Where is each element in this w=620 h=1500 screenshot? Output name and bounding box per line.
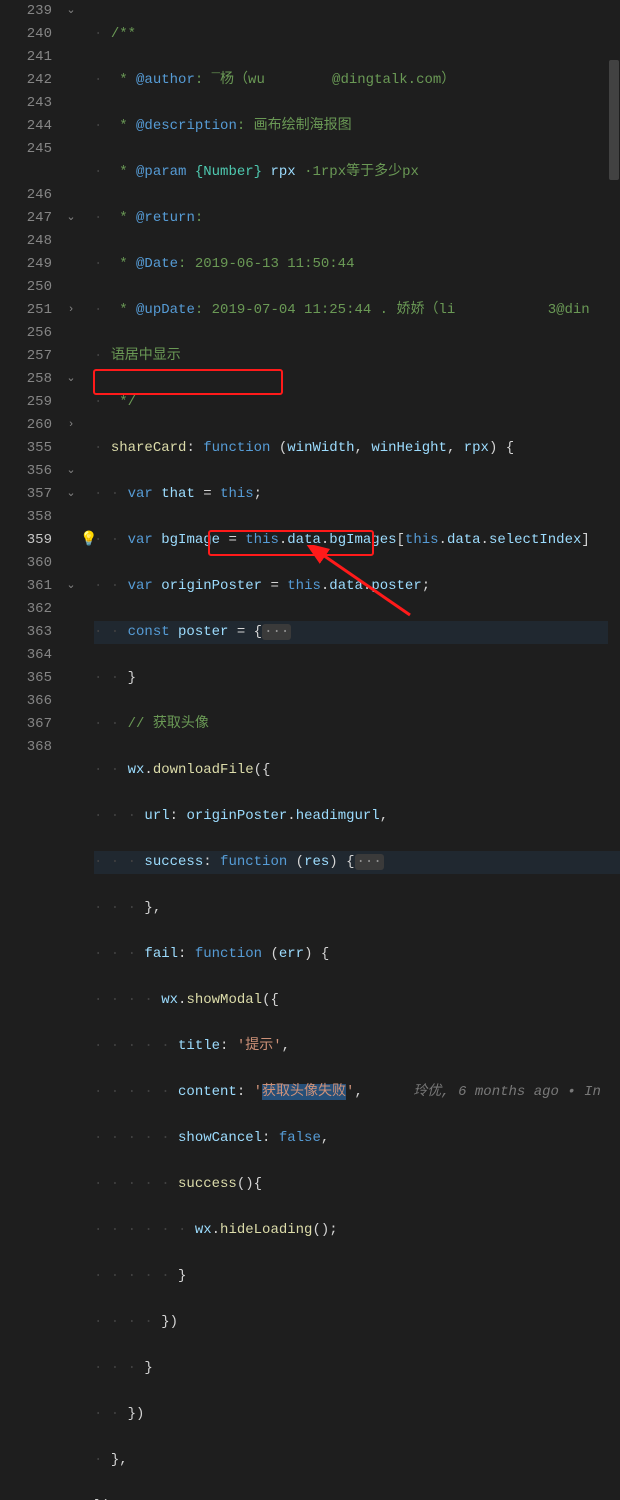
code-line[interactable]: · · const poster = {··· <box>94 621 620 644</box>
line-number: 256 <box>0 322 52 345</box>
line-number: 241 <box>0 46 52 69</box>
fold-toggle-icon[interactable]: ⌄ <box>64 368 78 391</box>
line-number: 258 <box>0 368 52 391</box>
code-line[interactable]: · · · · · · wx.hideLoading(); <box>94 1219 620 1242</box>
line-number: 257 <box>0 345 52 368</box>
code-line[interactable]: · · · fail: function (err) { <box>94 943 620 966</box>
line-number: 356 <box>0 460 52 483</box>
fold-toggle-icon[interactable]: ⌄ <box>64 575 78 598</box>
scrollbar-thumb[interactable] <box>609 60 619 180</box>
code-line[interactable]: · · wx.downloadFile({ <box>94 759 620 782</box>
line-number: 250 <box>0 276 52 299</box>
line-number: 244 <box>0 115 52 138</box>
line-number: 247 <box>0 207 52 230</box>
code-line[interactable]: · · var bgImage = this.data.bgImages[thi… <box>94 529 620 552</box>
folded-region-icon[interactable]: ··· <box>262 624 291 640</box>
line-number: 360 <box>0 552 52 575</box>
line-number: 260 <box>0 414 52 437</box>
code-line[interactable]: · · var that = this; <box>94 483 620 506</box>
code-line[interactable]: · · · } <box>94 1357 620 1380</box>
fold-toggle-icon[interactable]: ⌄ <box>64 207 78 230</box>
line-number: 259 <box>0 391 52 414</box>
line-number: 361 <box>0 575 52 598</box>
glyph-margin: 💡 <box>78 0 94 750</box>
code-line[interactable]: · shareCard: function (winWidth, winHeig… <box>94 437 620 460</box>
code-line[interactable]: · * @upDate: 2019-07-04 11:25:44 . 娇娇（li… <box>94 299 620 322</box>
lightbulb-icon[interactable]: 💡 <box>80 532 92 548</box>
fold-gutter: ⌄ ⌄ › ⌄ › ⌄ ⌄ ⌄ <box>64 0 78 750</box>
code-line[interactable]: · · · url: originPoster.headimgurl, <box>94 805 620 828</box>
code-line[interactable]: · · · · · } <box>94 1265 620 1288</box>
code-line[interactable]: · · }) <box>94 1403 620 1426</box>
line-number: 367 <box>0 713 52 736</box>
code-line[interactable]: · · · }, <box>94 897 620 920</box>
code-line[interactable]: · · · · · showCancel: false, <box>94 1127 620 1150</box>
line-number: 365 <box>0 667 52 690</box>
line-number: 366 <box>0 690 52 713</box>
code-line[interactable]: · · var originPoster = this.data.poster; <box>94 575 620 598</box>
line-number: 246 <box>0 184 52 207</box>
code-line[interactable]: · · · · wx.showModal({ <box>94 989 620 1012</box>
line-number: 251 <box>0 299 52 322</box>
code-line[interactable]: · · · · · content: '获取头像失败', 玲优, 6 month… <box>94 1081 620 1104</box>
line-number: 242 <box>0 69 52 92</box>
code-line[interactable]: · · // 获取头像 <box>94 713 620 736</box>
line-number: 364 <box>0 644 52 667</box>
code-line[interactable]: }) <box>94 1495 620 1500</box>
line-number: 359 <box>0 529 52 552</box>
line-number: 358 <box>0 506 52 529</box>
code-line[interactable]: · * @param {Number} rpx ·1rpx等于多少px <box>94 161 620 184</box>
line-number: 357 <box>0 483 52 506</box>
git-blame-annotation[interactable]: 玲优, 6 months ago • In <box>413 1084 601 1100</box>
line-number: 239 <box>0 0 52 23</box>
line-number: 243 <box>0 92 52 115</box>
selected-text[interactable]: 获取头像失败 <box>262 1084 346 1100</box>
code-line[interactable]: · · · · · success(){ <box>94 1173 620 1196</box>
code-line[interactable]: · * @return: <box>94 207 620 230</box>
fold-toggle-icon[interactable]: › <box>64 414 78 437</box>
code-editor[interactable]: 239 240 241 242 243 244 245 246 247 248 … <box>0 0 620 750</box>
fold-toggle-icon[interactable]: › <box>64 299 78 322</box>
code-line[interactable]: · * @Date: 2019-06-13 11:50:44 <box>94 253 620 276</box>
code-line[interactable]: · · · success: function (res) {··· <box>94 851 620 874</box>
code-line[interactable]: · 语居中显示 <box>94 345 620 368</box>
vertical-scrollbar[interactable] <box>608 0 620 750</box>
folded-region-icon[interactable]: ··· <box>355 854 384 870</box>
line-number: 355 <box>0 437 52 460</box>
line-number: 248 <box>0 230 52 253</box>
fold-toggle-icon[interactable]: ⌄ <box>64 460 78 483</box>
fold-toggle-icon[interactable]: ⌄ <box>64 0 78 23</box>
fold-toggle-icon[interactable]: ⌄ <box>64 483 78 506</box>
code-line[interactable]: · · · · }) <box>94 1311 620 1334</box>
code-line[interactable]: · /** <box>94 23 620 46</box>
code-line[interactable]: · }, <box>94 1449 620 1472</box>
line-number: 368 <box>0 736 52 759</box>
code-line[interactable]: · · · · · title: '提示', <box>94 1035 620 1058</box>
line-number: 245 <box>0 138 52 161</box>
code-line[interactable]: · · } <box>94 667 620 690</box>
line-number: 249 <box>0 253 52 276</box>
code-line[interactable]: · * @author: ‾杨（wu @dingtalk.com） <box>94 69 620 92</box>
code-area[interactable]: · /** · * @author: ‾杨（wu @dingtalk.com） … <box>94 0 620 750</box>
line-number: 240 <box>0 23 52 46</box>
line-number: 363 <box>0 621 52 644</box>
code-line[interactable]: · */ <box>94 391 620 414</box>
line-number <box>0 161 52 184</box>
code-line[interactable]: · * @description: 画布绘制海报图 <box>94 115 620 138</box>
line-number-gutter: 239 240 241 242 243 244 245 246 247 248 … <box>0 0 64 750</box>
line-number: 362 <box>0 598 52 621</box>
